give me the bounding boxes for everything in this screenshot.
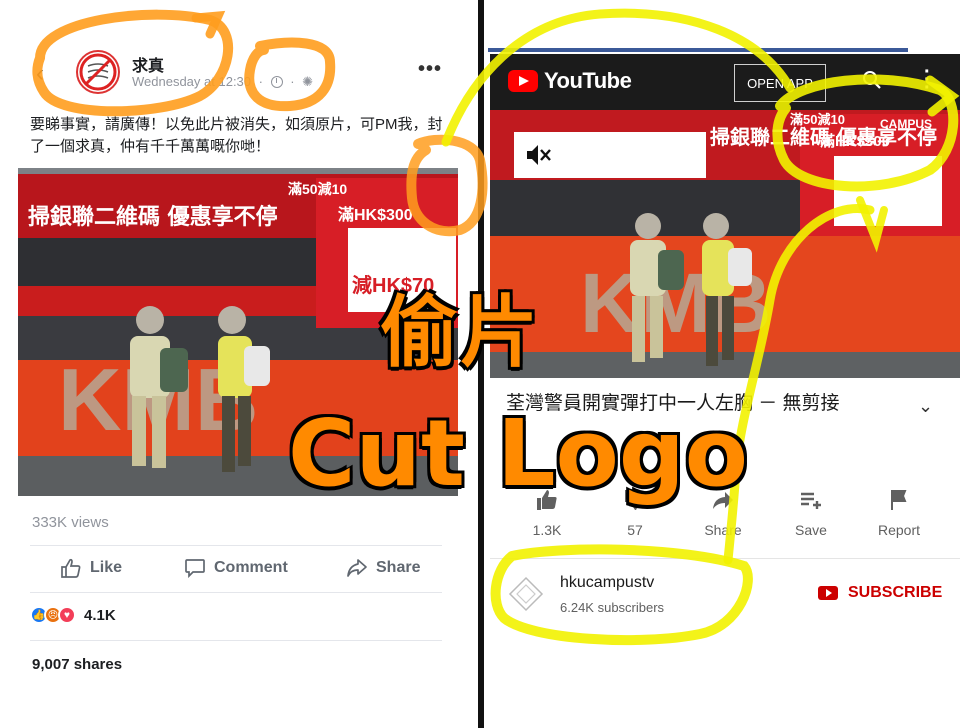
chevron-down-icon[interactable]: ⌄ <box>918 396 933 417</box>
save-icon <box>776 488 846 522</box>
share-arrow-icon <box>347 559 367 577</box>
comment-button[interactable]: Comment <box>184 558 288 578</box>
divider <box>30 640 442 641</box>
share-label: Share <box>704 522 742 538</box>
divider <box>30 592 442 593</box>
subscribe-button[interactable]: SUBSCRIBE <box>818 584 942 602</box>
bus-ad-price: 滿HK$300 <box>338 205 413 224</box>
bus-ad-price: 滿HK$300 <box>820 132 890 150</box>
thumbs-up-icon <box>61 558 81 578</box>
channel-name[interactable]: hkucampustv <box>560 574 654 592</box>
youtube-header: YouTube OPEN APP · · · <box>490 54 960 110</box>
like-label: Like <box>90 559 123 576</box>
comment-icon <box>185 559 205 578</box>
youtube-logo-icon[interactable] <box>508 70 538 92</box>
save-label: Save <box>795 522 827 538</box>
no-symbol-avatar-icon <box>79 53 117 91</box>
report-button[interactable]: Report <box>864 488 934 538</box>
report-label: Report <box>877 522 921 538</box>
youtube-panel: YouTube OPEN APP · · · 滿50減10 掃銀聯二維碼 優惠享不停… <box>484 0 960 728</box>
channel-watermark: CAMPUS <box>880 117 932 131</box>
subscriber-count: 6.24K subscribers <box>560 600 665 615</box>
view-count: 333K views <box>32 514 109 531</box>
like-button[interactable]: Like <box>60 558 122 578</box>
more-options-icon[interactable]: ••• <box>418 58 442 81</box>
open-app-button[interactable]: OPEN APP <box>734 64 826 102</box>
like-count: 1.3K <box>532 522 562 538</box>
reactions-summary[interactable]: 👍 😠 ♥ 4.1K <box>30 606 116 624</box>
share-count[interactable]: 9,007 shares <box>32 656 122 673</box>
love-reaction-icon: ♥ <box>58 606 76 624</box>
report-icon <box>864 488 934 522</box>
page-name[interactable]: 求真 <box>132 52 164 76</box>
post-timestamp[interactable]: Wednesday at 12:30 <box>132 74 251 89</box>
volume-muted-icon <box>527 145 551 165</box>
share-button[interactable]: Share <box>346 558 420 578</box>
overlay-text-cut-logo: Cut Logo <box>288 400 748 507</box>
youtube-logo-text[interactable]: YouTube <box>544 68 632 94</box>
clock-icon <box>270 76 283 88</box>
comment-label: Comment <box>214 559 288 576</box>
promo-text: 滿50減10 <box>287 181 347 197</box>
post-caption: 要睇事實，請廣傳！以免此片被消失，如須原片，可PM我，封了一個求真，仲有千千萬萬… <box>30 116 443 155</box>
youtube-video-player[interactable]: 滿50減10 掃銀聯二維碼 優惠享不停 滿HK$300 CAMPUS KMB <box>490 110 960 378</box>
bus-ad-text: 掃銀聯二維碼 優惠享不停 <box>28 204 278 230</box>
youtube-play-icon <box>818 586 838 600</box>
reaction-count: 4.1K <box>84 606 116 624</box>
overlay-text-stolen-video: 偷片 <box>380 288 541 378</box>
gear-icon: ✺ <box>302 74 314 89</box>
back-arrow-icon[interactable]: ‹ <box>36 60 44 88</box>
divider <box>490 558 960 559</box>
top-strip <box>488 48 908 52</box>
more-vert-icon[interactable]: · · · <box>924 62 931 98</box>
subscribe-label: SUBSCRIBE <box>848 584 943 601</box>
search-icon[interactable] <box>862 70 882 90</box>
page-avatar[interactable] <box>76 50 120 94</box>
dislike-count: 57 <box>627 522 643 538</box>
share-label: Share <box>376 559 421 576</box>
unmute-button[interactable] <box>514 132 706 178</box>
divider <box>30 545 442 546</box>
channel-avatar[interactable] <box>508 576 544 612</box>
post-meta: Wednesday at 12:30 · · ✺ <box>132 74 314 89</box>
save-button[interactable]: Save <box>776 488 846 538</box>
